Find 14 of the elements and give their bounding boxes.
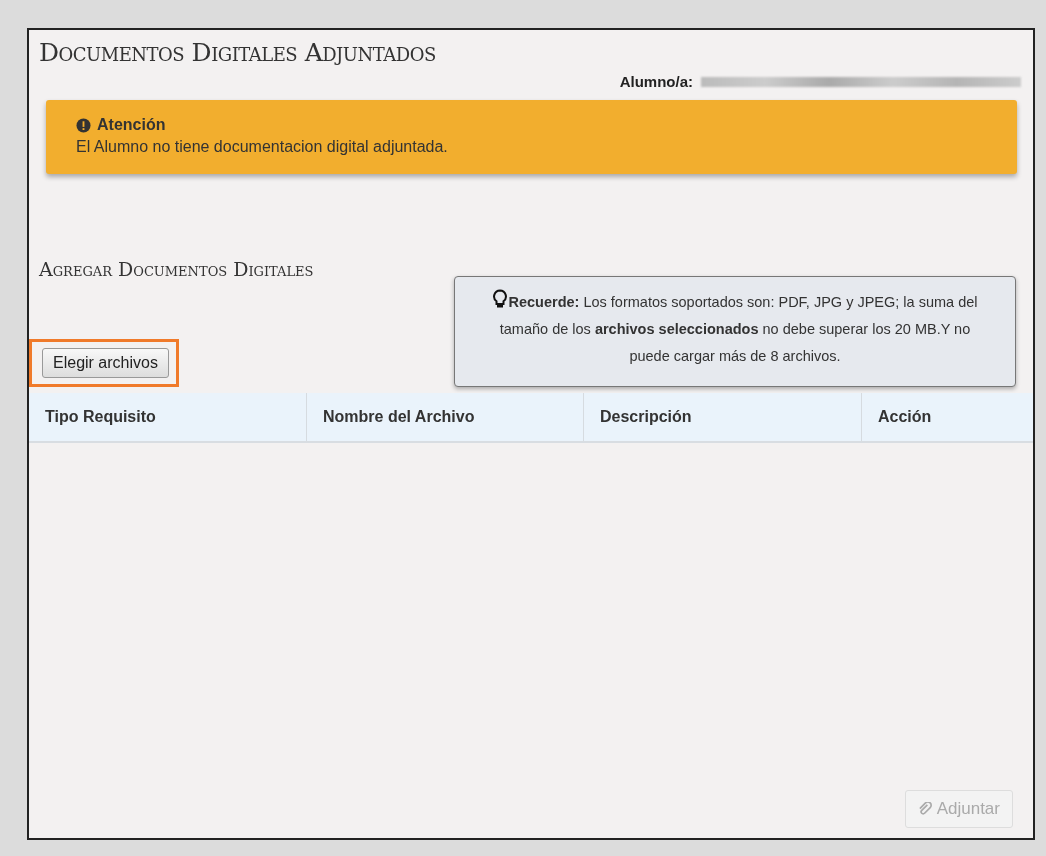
exclamation-icon <box>76 117 91 133</box>
tip-text: Recuerde: Los formatos soportados son: PDF, JPG y JPEG; la suma del tamaño de los archivos seleccionados no debe superar los 20 MB.Y no puede cargar más de 8 archivos. <box>481 289 989 370</box>
column-header: Nombre del Archivo <box>307 393 584 441</box>
column-header: Tipo Requisito <box>29 393 307 441</box>
alert-message: El Alumno no tiene documentacion digital adjuntada. <box>76 138 449 156</box>
choose-files-button[interactable]: Elegir archivos <box>42 348 169 378</box>
alert-title: Atención <box>97 116 166 134</box>
lightbulb-icon <box>492 289 509 309</box>
student-label: Alumno/a: <box>619 73 693 90</box>
section-title: Agregar Documentos Digitales <box>39 258 314 280</box>
paperclip-icon <box>917 801 933 817</box>
page-title: Documentos Digitales Adjuntados <box>39 38 437 67</box>
column-header: Acción <box>877 407 933 427</box>
column-header: Descripción <box>584 393 862 441</box>
